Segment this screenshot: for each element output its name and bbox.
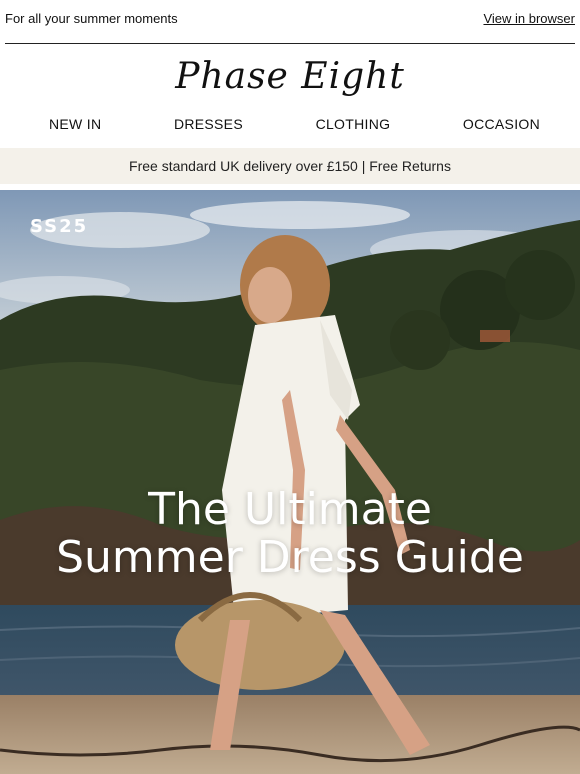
- preheader: For all your summer moments View in brow…: [0, 0, 580, 36]
- nav-item-occasion[interactable]: OCCASION: [463, 116, 540, 132]
- hero-headline-line-2: Summer Dress Guide: [56, 532, 524, 583]
- nav-item-clothing[interactable]: CLOTHING: [316, 116, 391, 132]
- view-in-browser-link[interactable]: View in browser: [483, 11, 575, 26]
- hero-headline-line-1: The Ultimate: [148, 484, 432, 535]
- preheader-tagline: For all your summer moments: [5, 10, 178, 26]
- nav-item-new-in[interactable]: NEW IN: [49, 116, 101, 132]
- hero-banner[interactable]: SS25 The Ultimate Summer Dress Guide: [0, 190, 580, 774]
- hero-image: [0, 190, 580, 774]
- season-badge: SS25: [30, 216, 89, 237]
- nav-item-dresses[interactable]: DRESSES: [174, 116, 243, 132]
- delivery-banner-text: Free standard UK delivery over £150 | Fr…: [129, 158, 451, 174]
- logo-container[interactable]: Phase Eight: [0, 44, 580, 108]
- delivery-banner[interactable]: Free standard UK delivery over £150 | Fr…: [0, 148, 580, 184]
- brand-logo[interactable]: Phase Eight: [175, 56, 405, 97]
- hero-headline: The Ultimate Summer Dress Guide: [0, 486, 580, 582]
- main-nav: NEW IN DRESSES CLOTHING OCCASION: [0, 108, 580, 140]
